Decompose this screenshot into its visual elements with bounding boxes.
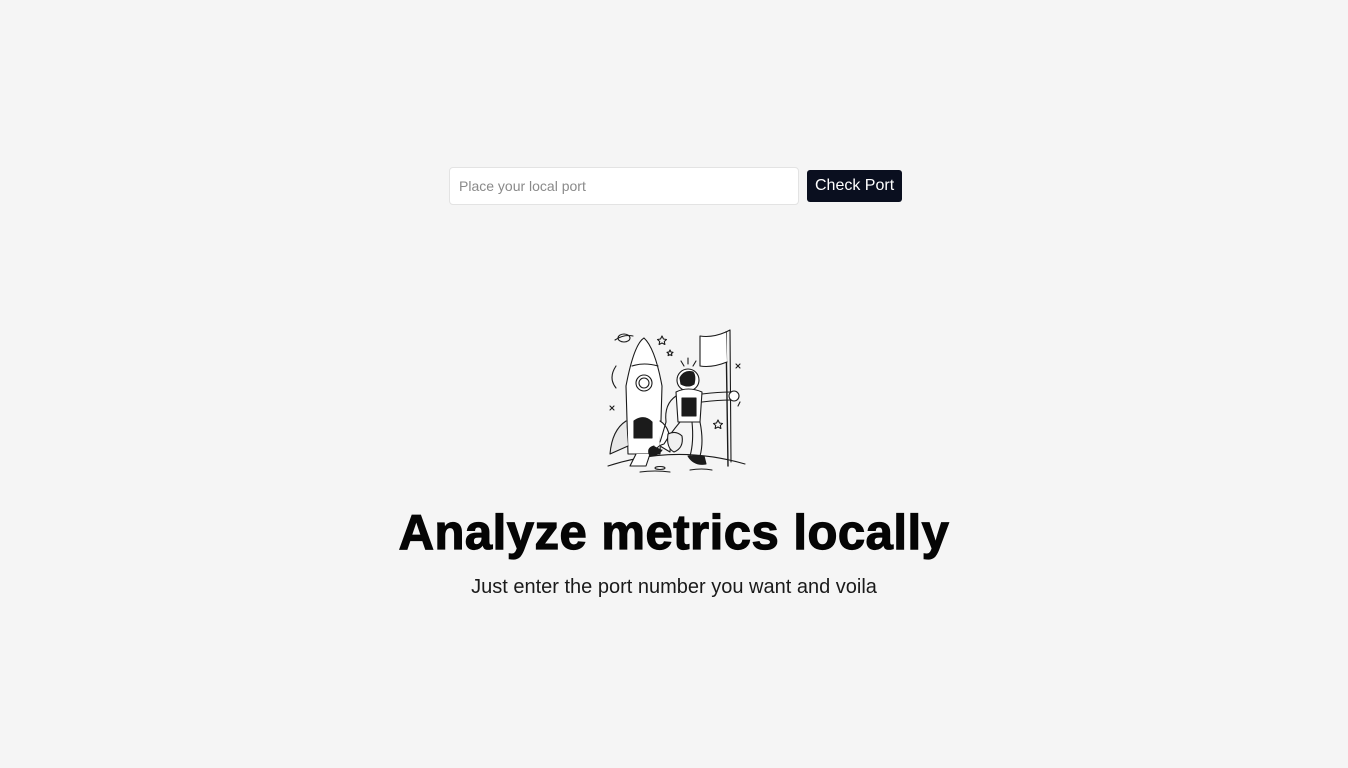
port-form: Check Port xyxy=(449,167,903,205)
page-title: Analyze metrics locally xyxy=(398,505,950,560)
landing-page: Check Port xyxy=(0,0,1348,768)
check-port-button[interactable]: Check Port xyxy=(807,170,903,202)
astronaut-rocket-flag-illustration-icon xyxy=(607,329,746,473)
port-input[interactable] xyxy=(449,167,799,205)
page-subtitle: Just enter the port number you want and … xyxy=(471,576,877,598)
